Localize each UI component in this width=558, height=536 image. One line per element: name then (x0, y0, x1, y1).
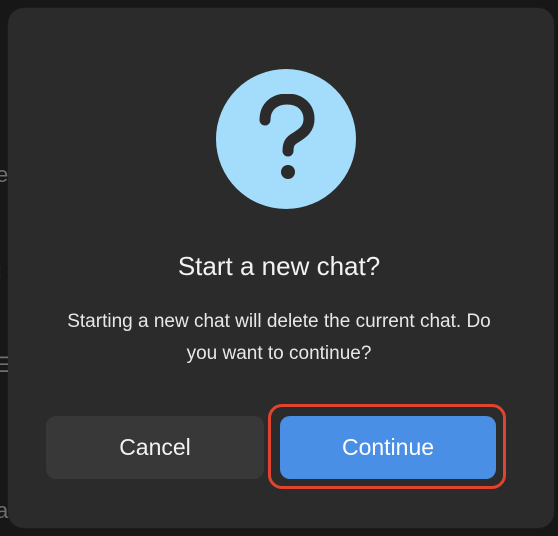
cancel-button[interactable]: Cancel (46, 416, 264, 479)
continue-button[interactable]: Continue (280, 416, 496, 479)
background-fragment: i (0, 402, 1, 424)
background-fragment: e (0, 162, 9, 187)
background-fragment: a (0, 498, 9, 523)
dialog-message: Starting a new chat will delete the curr… (67, 311, 491, 364)
question-mark-glyph (259, 94, 315, 179)
confirm-dialog: Start a new chat? Starting a new chat wi… (8, 8, 554, 528)
dialog-title: Start a new chat? (177, 251, 381, 281)
question-mark-icon (216, 69, 356, 209)
background-fragment: i (0, 452, 1, 474)
